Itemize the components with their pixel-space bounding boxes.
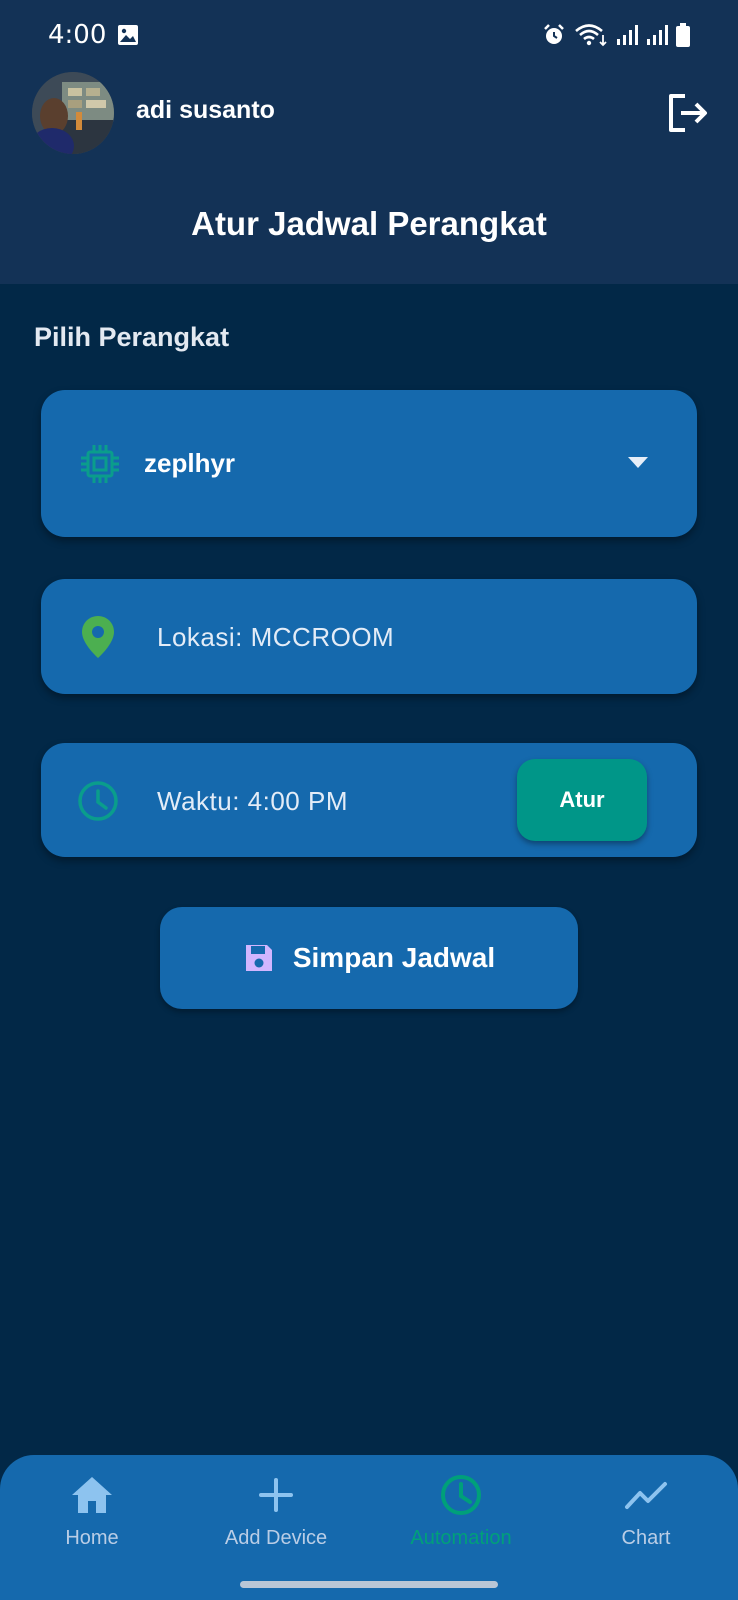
section-label: Pilih Perangkat <box>34 322 230 352</box>
chevron-down-icon <box>628 457 648 468</box>
nav-label-add-device: Add Device <box>224 1527 328 1549</box>
floppy-disk-icon <box>245 945 272 971</box>
location-text: Lokasi: MCCROOM <box>157 622 395 652</box>
status-time: 4:00 <box>48 20 107 50</box>
nav-label-home: Home <box>65 1527 119 1549</box>
alarm-icon <box>544 24 564 44</box>
wifi-icon <box>575 24 607 47</box>
nav-item-chart[interactable]: Chart <box>554 1473 738 1563</box>
clock-icon <box>78 781 118 821</box>
nav-item-home[interactable]: Home <box>0 1473 184 1563</box>
device-selected-value: zeplhyr <box>144 448 236 478</box>
clock-icon <box>441 1475 481 1515</box>
save-button-label: Simpan Jadwal <box>292 942 496 973</box>
nav-item-add-device[interactable]: Add Device <box>184 1473 368 1563</box>
time-text: Waktu: 4:00 PM <box>157 786 348 816</box>
screen: 4:00 adi susanto Atur Jadwal Perangkat P… <box>0 0 738 1600</box>
time-card: Waktu: 4:00 PM Atur <box>41 743 697 857</box>
trend-line-icon <box>625 1482 667 1509</box>
battery-icon <box>676 23 690 47</box>
home-icon <box>72 1477 112 1513</box>
device-dropdown[interactable]: zeplhyr <box>41 390 697 537</box>
status-icons <box>542 22 690 48</box>
bottom-nav: Home Add Device Automation Chart <box>0 1455 738 1600</box>
signal-icon <box>617 25 638 45</box>
avatar[interactable] <box>32 72 114 154</box>
image-icon <box>118 25 138 45</box>
set-time-button[interactable]: Atur <box>517 759 647 841</box>
status-bar: 4:00 <box>0 0 738 72</box>
chip-icon <box>81 445 119 483</box>
page-title: Atur Jadwal Perangkat <box>191 205 547 242</box>
plus-icon <box>259 1478 293 1512</box>
logout-icon[interactable] <box>665 90 711 136</box>
location-card: Lokasi: MCCROOM <box>41 579 697 694</box>
save-schedule-button[interactable]: Simpan Jadwal <box>160 907 578 1009</box>
nav-label-chart: Chart <box>621 1527 671 1549</box>
user-name: adi susanto <box>136 96 275 124</box>
nav-item-automation[interactable]: Automation <box>369 1473 553 1563</box>
nav-label-automation: Automation <box>410 1527 512 1549</box>
signal-icon <box>647 25 668 45</box>
avatar-photo <box>32 72 114 154</box>
app-bar: 4:00 adi susanto Atur Jadwal Perangkat <box>0 0 738 284</box>
location-pin-icon <box>82 616 114 658</box>
home-indicator[interactable] <box>240 1581 498 1588</box>
